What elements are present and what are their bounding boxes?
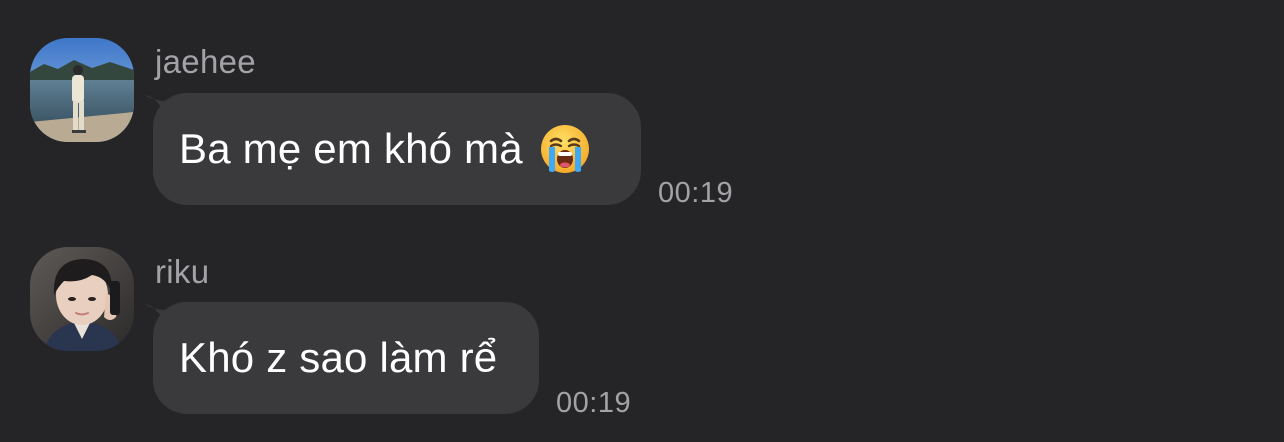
avatar-photo-jaehee [30,38,134,142]
message-text: Ba mẹ em khó mà [179,125,523,172]
bubble-tail [145,95,167,117]
message-group-jaehee: jaehee Ba mẹ em khó mà 00:19 [0,0,1284,220]
loudly-crying-face-icon [539,123,591,175]
avatar[interactable] [30,38,134,142]
message-group-riku: riku Khó z sao làm rể 00:19 [0,220,1284,442]
sender-name: jaehee [155,43,256,80]
sender-name: riku [155,253,210,290]
message-timestamp: 00:19 [658,177,734,209]
message-bubble[interactable]: Ba mẹ em khó mà [145,93,641,205]
message-bubble[interactable]: Khó z sao làm rể [145,302,539,414]
bubble-tail [145,304,167,326]
message-text: Khó z sao làm rể [179,334,498,381]
avatar-photo-riku [30,247,134,351]
message-timestamp: 00:19 [556,387,632,419]
avatar[interactable] [30,247,134,351]
